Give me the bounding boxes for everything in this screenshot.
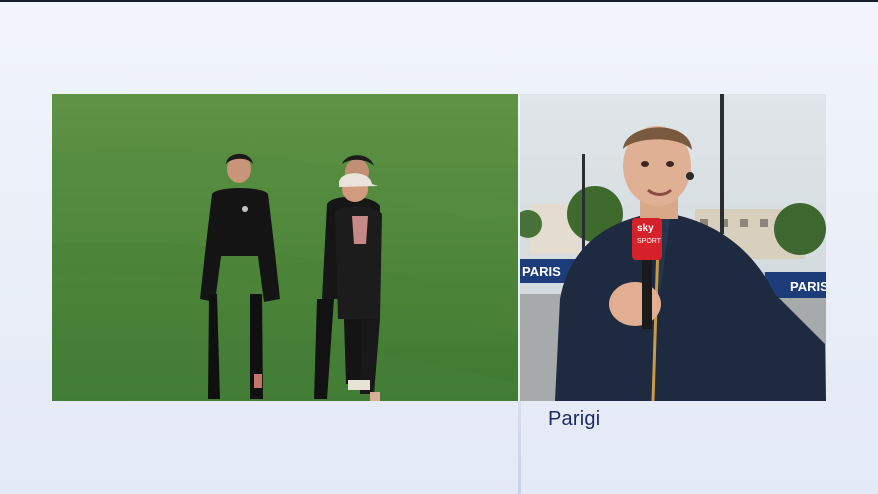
mic-flag-sub: SPORT [637, 238, 662, 245]
lower-divider [518, 401, 521, 494]
reporter-hand [609, 282, 661, 326]
reporter-scene: PARIS PARIS sky SPORT [520, 94, 826, 401]
top-border [0, 0, 878, 2]
video-panel-reporter: PARIS PARIS sky SPORT [520, 94, 826, 401]
pitch-scene [52, 94, 518, 401]
video-panel-pitch [52, 94, 518, 401]
location-caption: Parigi [548, 408, 601, 430]
board-right-text: PARIS [790, 279, 826, 294]
lamp-post [720, 94, 724, 234]
mic-flag-brand: sky [637, 223, 654, 234]
board-left-text: PARIS [522, 264, 561, 279]
